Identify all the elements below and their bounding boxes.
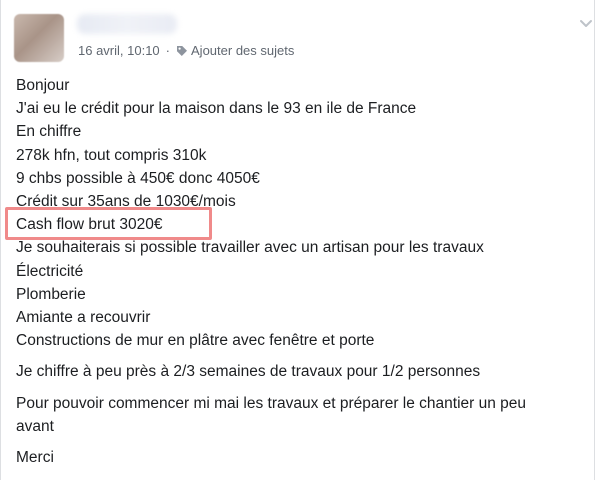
post-paragraph: Merci — [16, 446, 586, 469]
post-paragraph: Je chiffre à peu près à 2/3 semaines de … — [16, 360, 586, 383]
post-timestamp[interactable]: 16 avril, 10:10 — [78, 43, 160, 58]
post-line: Amiante a recouvrir — [16, 309, 151, 327]
highlighted-line: Cash flow brut 3020€ — [5, 207, 586, 241]
highlight-box — [5, 207, 212, 241]
meta-separator: · — [165, 43, 171, 58]
post-line: Pour pouvoir commencer mi mai les travau… — [16, 394, 527, 412]
post-meta: 16 avril, 10:10 · Ajouter des sujets — [78, 43, 294, 58]
post-line: Bonjour — [16, 77, 70, 94]
post-line: Je chiffre à peu près à 2/3 semaines de … — [16, 363, 481, 381]
add-topics-link[interactable]: Ajouter des sujets — [191, 43, 294, 58]
tag-icon[interactable] — [176, 45, 188, 57]
post-line: J'ai eu le crédit pour la maison dans le… — [16, 100, 417, 118]
post-paragraph: Pour pouvoir commencer mi mai les travau… — [16, 392, 586, 438]
highlight-wrapper: Cash flow brut 3020€ — [5, 207, 212, 241]
post-body: Bonjour J'ai eu le crédit pour la maison… — [5, 74, 586, 477]
post-line: Constructions de mur en plâtre avec fenê… — [16, 332, 375, 350]
post-line: avant — [16, 417, 54, 435]
post-line: Électricité — [16, 262, 84, 280]
post-card: 16 avril, 10:10 · Ajouter des sujets Bon… — [0, 0, 595, 480]
post-line: En chiffre — [16, 123, 82, 141]
post-line: Plomberie — [16, 285, 86, 303]
post-paragraph: Bonjour J'ai eu le crédit pour la maison… — [5, 74, 586, 352]
post-line: 278k hfn, tout compris 310k — [16, 146, 207, 164]
post-line: 9 chbs possible à 450€ donc 4050€ — [16, 169, 260, 187]
post-line: Merci — [16, 449, 54, 467]
author-name[interactable] — [77, 14, 177, 34]
avatar[interactable] — [14, 14, 64, 62]
chevron-down-icon[interactable] — [577, 16, 595, 32]
